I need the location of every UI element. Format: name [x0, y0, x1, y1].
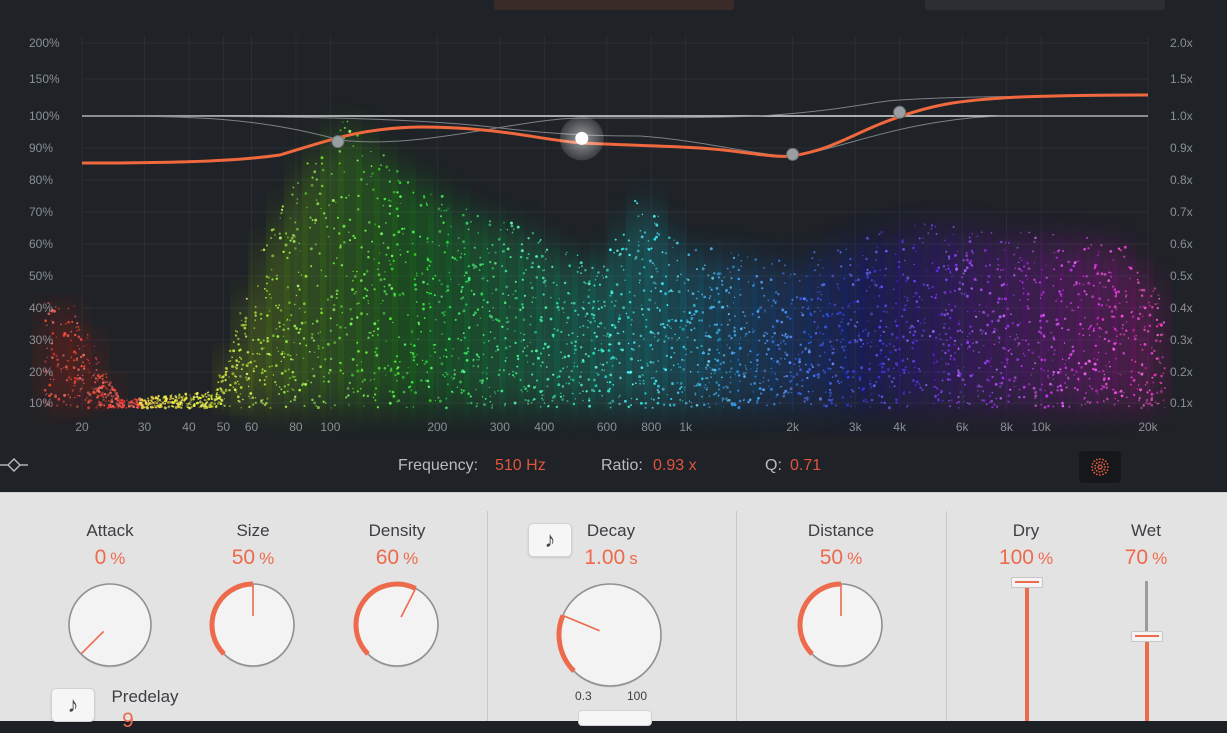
- wet-label: Wet: [1131, 521, 1161, 540]
- y-axis-right-label: 2.0x: [1170, 36, 1193, 50]
- band-curves: [81, 95, 1149, 157]
- y-axis-left-label: 30%: [29, 333, 54, 347]
- x-axis-label: 2k: [786, 420, 799, 434]
- section-divider: [487, 511, 488, 721]
- y-axis-right-label: 0.6x: [1170, 237, 1193, 251]
- y-axis-right-label: 0.9x: [1170, 141, 1193, 155]
- music-note-icon: ♪: [67, 692, 79, 717]
- slider-fill: [1144, 635, 1149, 721]
- attack-knob[interactable]: [64, 579, 156, 671]
- y-axis-left-label: 150%: [29, 72, 60, 86]
- y-axis-left-label: 60%: [29, 237, 54, 251]
- q-value[interactable]: 0.71: [790, 457, 821, 475]
- eq-curve: [81, 93, 1149, 165]
- y-axis-right-label: 0.7x: [1170, 205, 1193, 219]
- ratio-label: Ratio:: [601, 457, 643, 474]
- x-axis-label: 6k: [955, 420, 969, 434]
- particle-view-icon: [1091, 458, 1109, 476]
- x-axis-label: 3k: [848, 420, 862, 434]
- decay-value[interactable]: 1.00 s: [584, 546, 637, 570]
- distance-knob[interactable]: [795, 579, 887, 671]
- band-node[interactable]: [331, 135, 345, 149]
- x-axis-label: 4k: [893, 420, 906, 434]
- ratio-value[interactable]: 0.93 x: [653, 457, 697, 475]
- spectrum-particles: [38, 120, 1166, 410]
- analyzer-display[interactable]: 200% 150% 100% 90% 80% 70% 60% 50% 40% 30% 20% 10% …: [0, 0, 1227, 492]
- decay-range-max: 100: [627, 689, 648, 703]
- decay-mode-button[interactable]: [578, 710, 652, 726]
- slider-handle[interactable]: [1131, 631, 1163, 642]
- frequency-value[interactable]: 510 Hz: [495, 457, 546, 475]
- x-axis-label: 8k: [1000, 420, 1013, 434]
- x-axis-label: 10k: [1031, 420, 1051, 434]
- slider-handle[interactable]: [1011, 577, 1043, 588]
- x-axis-label: 20: [75, 420, 89, 434]
- distance-label: Distance: [807, 521, 875, 540]
- y-axis-right-label: 0.2x: [1170, 365, 1193, 379]
- x-axis-label: 100: [320, 420, 341, 434]
- section-divider: [736, 511, 737, 721]
- decay-sync-button[interactable]: ♪: [528, 523, 572, 557]
- density-label: Density: [368, 521, 426, 540]
- x-axis-label: 20k: [1138, 420, 1158, 434]
- particle-view-button[interactable]: [1079, 451, 1121, 483]
- size-knob[interactable]: [207, 579, 299, 671]
- decay-knob[interactable]: [554, 579, 666, 691]
- y-axis-left-label: 50%: [29, 269, 54, 283]
- predelay-value[interactable]: 9: [122, 709, 134, 733]
- spectrum-graph[interactable]: [0, 0, 1227, 492]
- attack-label: Attack: [86, 521, 134, 540]
- x-axis-label: 1k: [679, 420, 693, 434]
- y-axis-right-label: 0.1x: [1170, 396, 1193, 410]
- size-value[interactable]: 50%: [232, 546, 274, 570]
- dry-label: Dry: [1012, 521, 1040, 540]
- x-axis-label: 800: [641, 420, 662, 434]
- q-label: Q:: [765, 457, 782, 474]
- x-axis-label: 80: [289, 420, 303, 434]
- y-axis-left-label: 200%: [29, 36, 60, 50]
- x-axis-label: 40: [182, 420, 196, 434]
- y-axis-right-label: 0.8x: [1170, 173, 1193, 187]
- y-axis-right-label: 1.0x: [1170, 109, 1193, 123]
- y-axis-left-label: 10%: [29, 396, 54, 410]
- density-knob[interactable]: [351, 579, 443, 671]
- control-panel: Attack 0% Size 50% Density 60% ♪ Predela…: [0, 492, 1227, 732]
- frequency-label: Frequency:: [398, 457, 479, 474]
- decay-label: Decay: [586, 521, 636, 540]
- attack-value[interactable]: 0%: [95, 546, 126, 570]
- band-node[interactable]: [893, 105, 907, 119]
- band-shape-icon[interactable]: [0, 456, 28, 474]
- x-axis-label: 600: [596, 420, 617, 434]
- y-axis-left-label: 70%: [29, 205, 54, 219]
- x-axis-label: 50: [216, 420, 231, 434]
- x-axis-label: 400: [534, 420, 555, 434]
- decay-range-min: 0.3: [575, 689, 592, 703]
- predelay-label: Predelay: [111, 687, 179, 706]
- wet-value[interactable]: 70%: [1125, 546, 1167, 570]
- y-axis-right-label: 0.3x: [1170, 333, 1193, 347]
- y-axis-left-label: 20%: [29, 365, 54, 379]
- y-axis-right-label: 0.5x: [1170, 269, 1193, 283]
- dry-value[interactable]: 100%: [999, 546, 1053, 570]
- size-label: Size: [236, 521, 270, 540]
- x-axis-label: 60: [244, 420, 259, 434]
- y-axis-right-label: 0.4x: [1170, 301, 1193, 315]
- band-parameter-bar: Frequency: 510 Hz Ratio: 0.93 x Q: 0.71: [0, 456, 1227, 478]
- x-axis-label: 200: [427, 420, 448, 434]
- band-node-selected[interactable]: [559, 116, 604, 161]
- section-divider: [946, 511, 947, 721]
- y-axis-right-label: 1.5x: [1170, 72, 1193, 86]
- y-axis-left-label: 80%: [29, 173, 54, 187]
- y-axis-left-label: 40%: [29, 301, 54, 315]
- music-note-icon: ♪: [544, 527, 556, 552]
- y-axis-left-label: 100%: [29, 109, 60, 123]
- y-axis-left-label: 90%: [29, 141, 54, 155]
- predelay-sync-button[interactable]: ♪: [51, 688, 95, 722]
- slider-fill: [1024, 581, 1029, 721]
- x-axis-label: 300: [489, 420, 510, 434]
- x-axis-label: 30: [137, 420, 152, 434]
- density-value[interactable]: 60%: [376, 546, 418, 570]
- band-node[interactable]: [786, 147, 800, 161]
- distance-value[interactable]: 50%: [820, 546, 862, 570]
